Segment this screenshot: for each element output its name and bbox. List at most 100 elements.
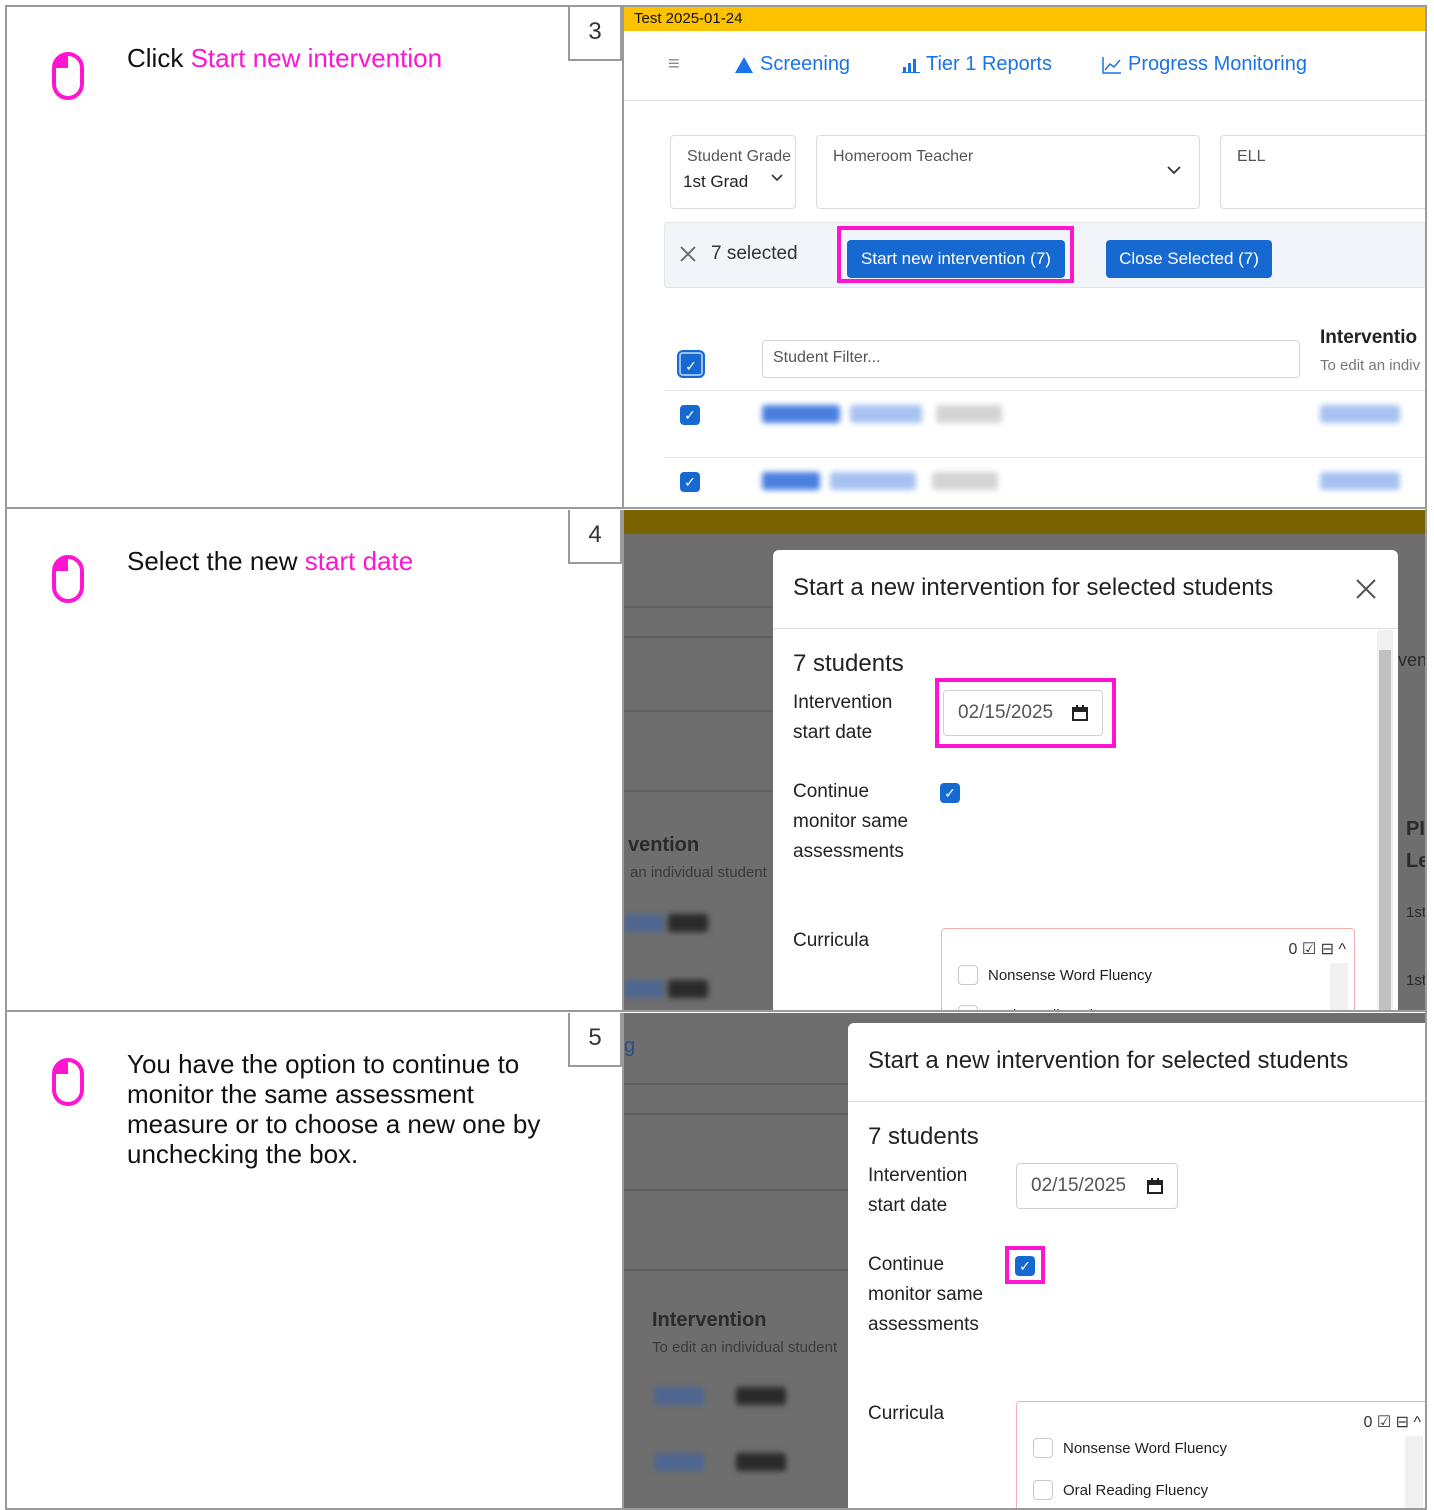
grade-filter[interactable]: Student Grade 1st Grad: [670, 135, 796, 209]
curricula-list: 0 ☑ ⊟ ^ Nonsense Word Fluency Oral Readi…: [1016, 1401, 1425, 1508]
clear-selection-icon[interactable]: [679, 245, 697, 263]
dimmed-blurred: [668, 914, 708, 932]
dimmed-blurred: [624, 980, 664, 998]
intervention-blurred: [1320, 405, 1400, 423]
dimmed-partial-text: PI: [1406, 818, 1425, 840]
modal-divider: [773, 628, 1398, 629]
student-name-blurred: [762, 405, 840, 423]
curricula-item[interactable]: Nonsense Word Fluency: [958, 965, 1152, 985]
modal-title: Start a new intervention for selected st…: [868, 1047, 1349, 1074]
step-4-text: Select the new start date: [127, 546, 414, 576]
nav-progress-monitoring[interactable]: Progress Monitoring: [1102, 53, 1307, 76]
row-checkbox[interactable]: ✓: [680, 405, 700, 425]
start-date-input[interactable]: 02/15/2025: [1016, 1163, 1178, 1209]
dimmed-blurred: [736, 1387, 786, 1405]
row-checkbox[interactable]: ✓: [680, 472, 700, 492]
student-name-blurred: [762, 472, 820, 490]
curricula-checkbox[interactable]: [958, 965, 978, 985]
dimmed-header: Intervention: [652, 1309, 767, 1331]
highlight-box: [1005, 1246, 1045, 1284]
dimmed-blurred: [624, 914, 664, 932]
step-5-screenshot: g Intervention To edit an individual stu…: [622, 1013, 1425, 1508]
dimmed-partial-text: ven: [1398, 650, 1425, 670]
dimmed-blurred: [668, 980, 708, 998]
nav-screening[interactable]: Screening: [734, 53, 850, 76]
student-name-blurred: [850, 405, 922, 423]
highlight-box: [935, 678, 1116, 748]
step-3-screenshot: Test 2025-01-24 ≡ Screening Tier 1 Repor…: [622, 7, 1425, 507]
dimmed-banner: [624, 510, 1425, 534]
step-3-instructions: Click Start new intervention 3: [7, 7, 622, 507]
curricula-checkbox[interactable]: [958, 1005, 978, 1010]
step-5: You have the option to continue to monit…: [7, 1013, 1425, 1508]
dimmed-blurred: [654, 1387, 704, 1405]
ell-filter-label: ELL: [1237, 148, 1266, 165]
row-divider: [664, 457, 1425, 458]
curricula-scrollbar[interactable]: [1330, 963, 1348, 1010]
dimmed-blurred: [736, 1453, 786, 1471]
dimmed-partial-text: g: [624, 1035, 636, 1057]
modal-title: Start a new intervention for selected st…: [793, 574, 1274, 601]
dimmed-divider: [624, 606, 774, 608]
modal-scrollbar-thumb[interactable]: [1379, 650, 1391, 1010]
student-name-blurred: [830, 472, 916, 490]
chevron-down-icon: [1167, 166, 1181, 175]
close-icon[interactable]: [1355, 578, 1377, 600]
curricula-controls[interactable]: 0 ☑ ⊟ ^: [1289, 939, 1347, 959]
start-date-label: Intervention start date: [793, 692, 893, 743]
step-3-text: Click Start new intervention: [127, 43, 443, 73]
new-intervention-modal: Start a new intervention for selected st…: [848, 1023, 1425, 1508]
highlight-box: [837, 226, 1074, 283]
calendar-icon[interactable]: [1147, 1178, 1163, 1194]
line-chart-icon: [1102, 56, 1121, 74]
dimmed-divider: [624, 636, 774, 638]
teacher-filter-label: Homeroom Teacher: [833, 148, 974, 165]
curricula-scrollbar[interactable]: [1405, 1436, 1423, 1508]
curricula-item[interactable]: Oral Reading Fluency: [958, 1005, 1133, 1010]
dimmed-divider: [624, 790, 774, 792]
menu-icon[interactable]: ≡: [668, 53, 680, 76]
dimmed-partial-text: Le: [1406, 850, 1425, 872]
selected-count: 7 selected: [711, 243, 798, 264]
curricula-item[interactable]: Nonsense Word Fluency: [1033, 1438, 1227, 1458]
mouse-click-icon: [52, 52, 84, 100]
curricula-item[interactable]: Oral Reading Fluency: [1033, 1480, 1208, 1500]
student-id-blurred: [936, 405, 1002, 423]
dimmed-partial-text: 1st: [1406, 904, 1425, 921]
student-count: 7 students: [868, 1123, 979, 1150]
continue-monitor-label: Continue monitor same assessments: [793, 781, 909, 862]
curricula-label: Curricula: [868, 1403, 945, 1424]
step-number: 3: [568, 7, 622, 61]
select-all-checkbox[interactable]: ✓: [679, 352, 703, 376]
dimmed-blurred: [654, 1453, 704, 1471]
continue-monitor-checkbox[interactable]: ✓: [940, 783, 960, 803]
chevron-down-icon: [771, 174, 783, 182]
dimmed-header: vention: [628, 834, 700, 856]
ell-filter[interactable]: ELL: [1220, 135, 1425, 209]
continue-monitor-label: Continue monitor same assessments: [868, 1254, 984, 1335]
nav-tier1-reports[interactable]: Tier 1 Reports: [902, 53, 1052, 76]
curricula-controls[interactable]: 0 ☑ ⊟ ^: [1364, 1412, 1422, 1432]
step-5-text: You have the option to continue to monit…: [127, 1049, 541, 1169]
dimmed-divider: [624, 1113, 854, 1115]
guide-frame: Click Start new intervention 3 Test 2025…: [5, 5, 1427, 1510]
curricula-checkbox[interactable]: [1033, 1438, 1053, 1458]
intervention-column-header: Interventio: [1320, 327, 1418, 348]
step-number: 4: [568, 510, 622, 564]
curricula-checkbox[interactable]: [1033, 1480, 1053, 1500]
dimmed-divider: [624, 1269, 854, 1271]
dimmed-divider: [624, 1189, 854, 1191]
intervention-blurred: [1320, 472, 1400, 490]
teacher-filter[interactable]: Homeroom Teacher: [816, 135, 1200, 209]
triangle-icon: [735, 56, 753, 73]
student-filter-input[interactable]: Student Filter...: [762, 340, 1300, 378]
start-date-label: Intervention start date: [868, 1165, 968, 1216]
step-4-instructions: Select the new start date 4: [7, 510, 622, 1010]
bar-chart-icon: [902, 58, 920, 73]
student-count: 7 students: [793, 650, 904, 677]
close-selected-button[interactable]: Close Selected (7): [1106, 240, 1272, 278]
environment-banner: Test 2025-01-24: [624, 7, 1425, 31]
new-intervention-modal: Start a new intervention for selected st…: [773, 550, 1398, 1010]
row-divider: [664, 390, 1425, 391]
student-id-blurred: [932, 472, 998, 490]
